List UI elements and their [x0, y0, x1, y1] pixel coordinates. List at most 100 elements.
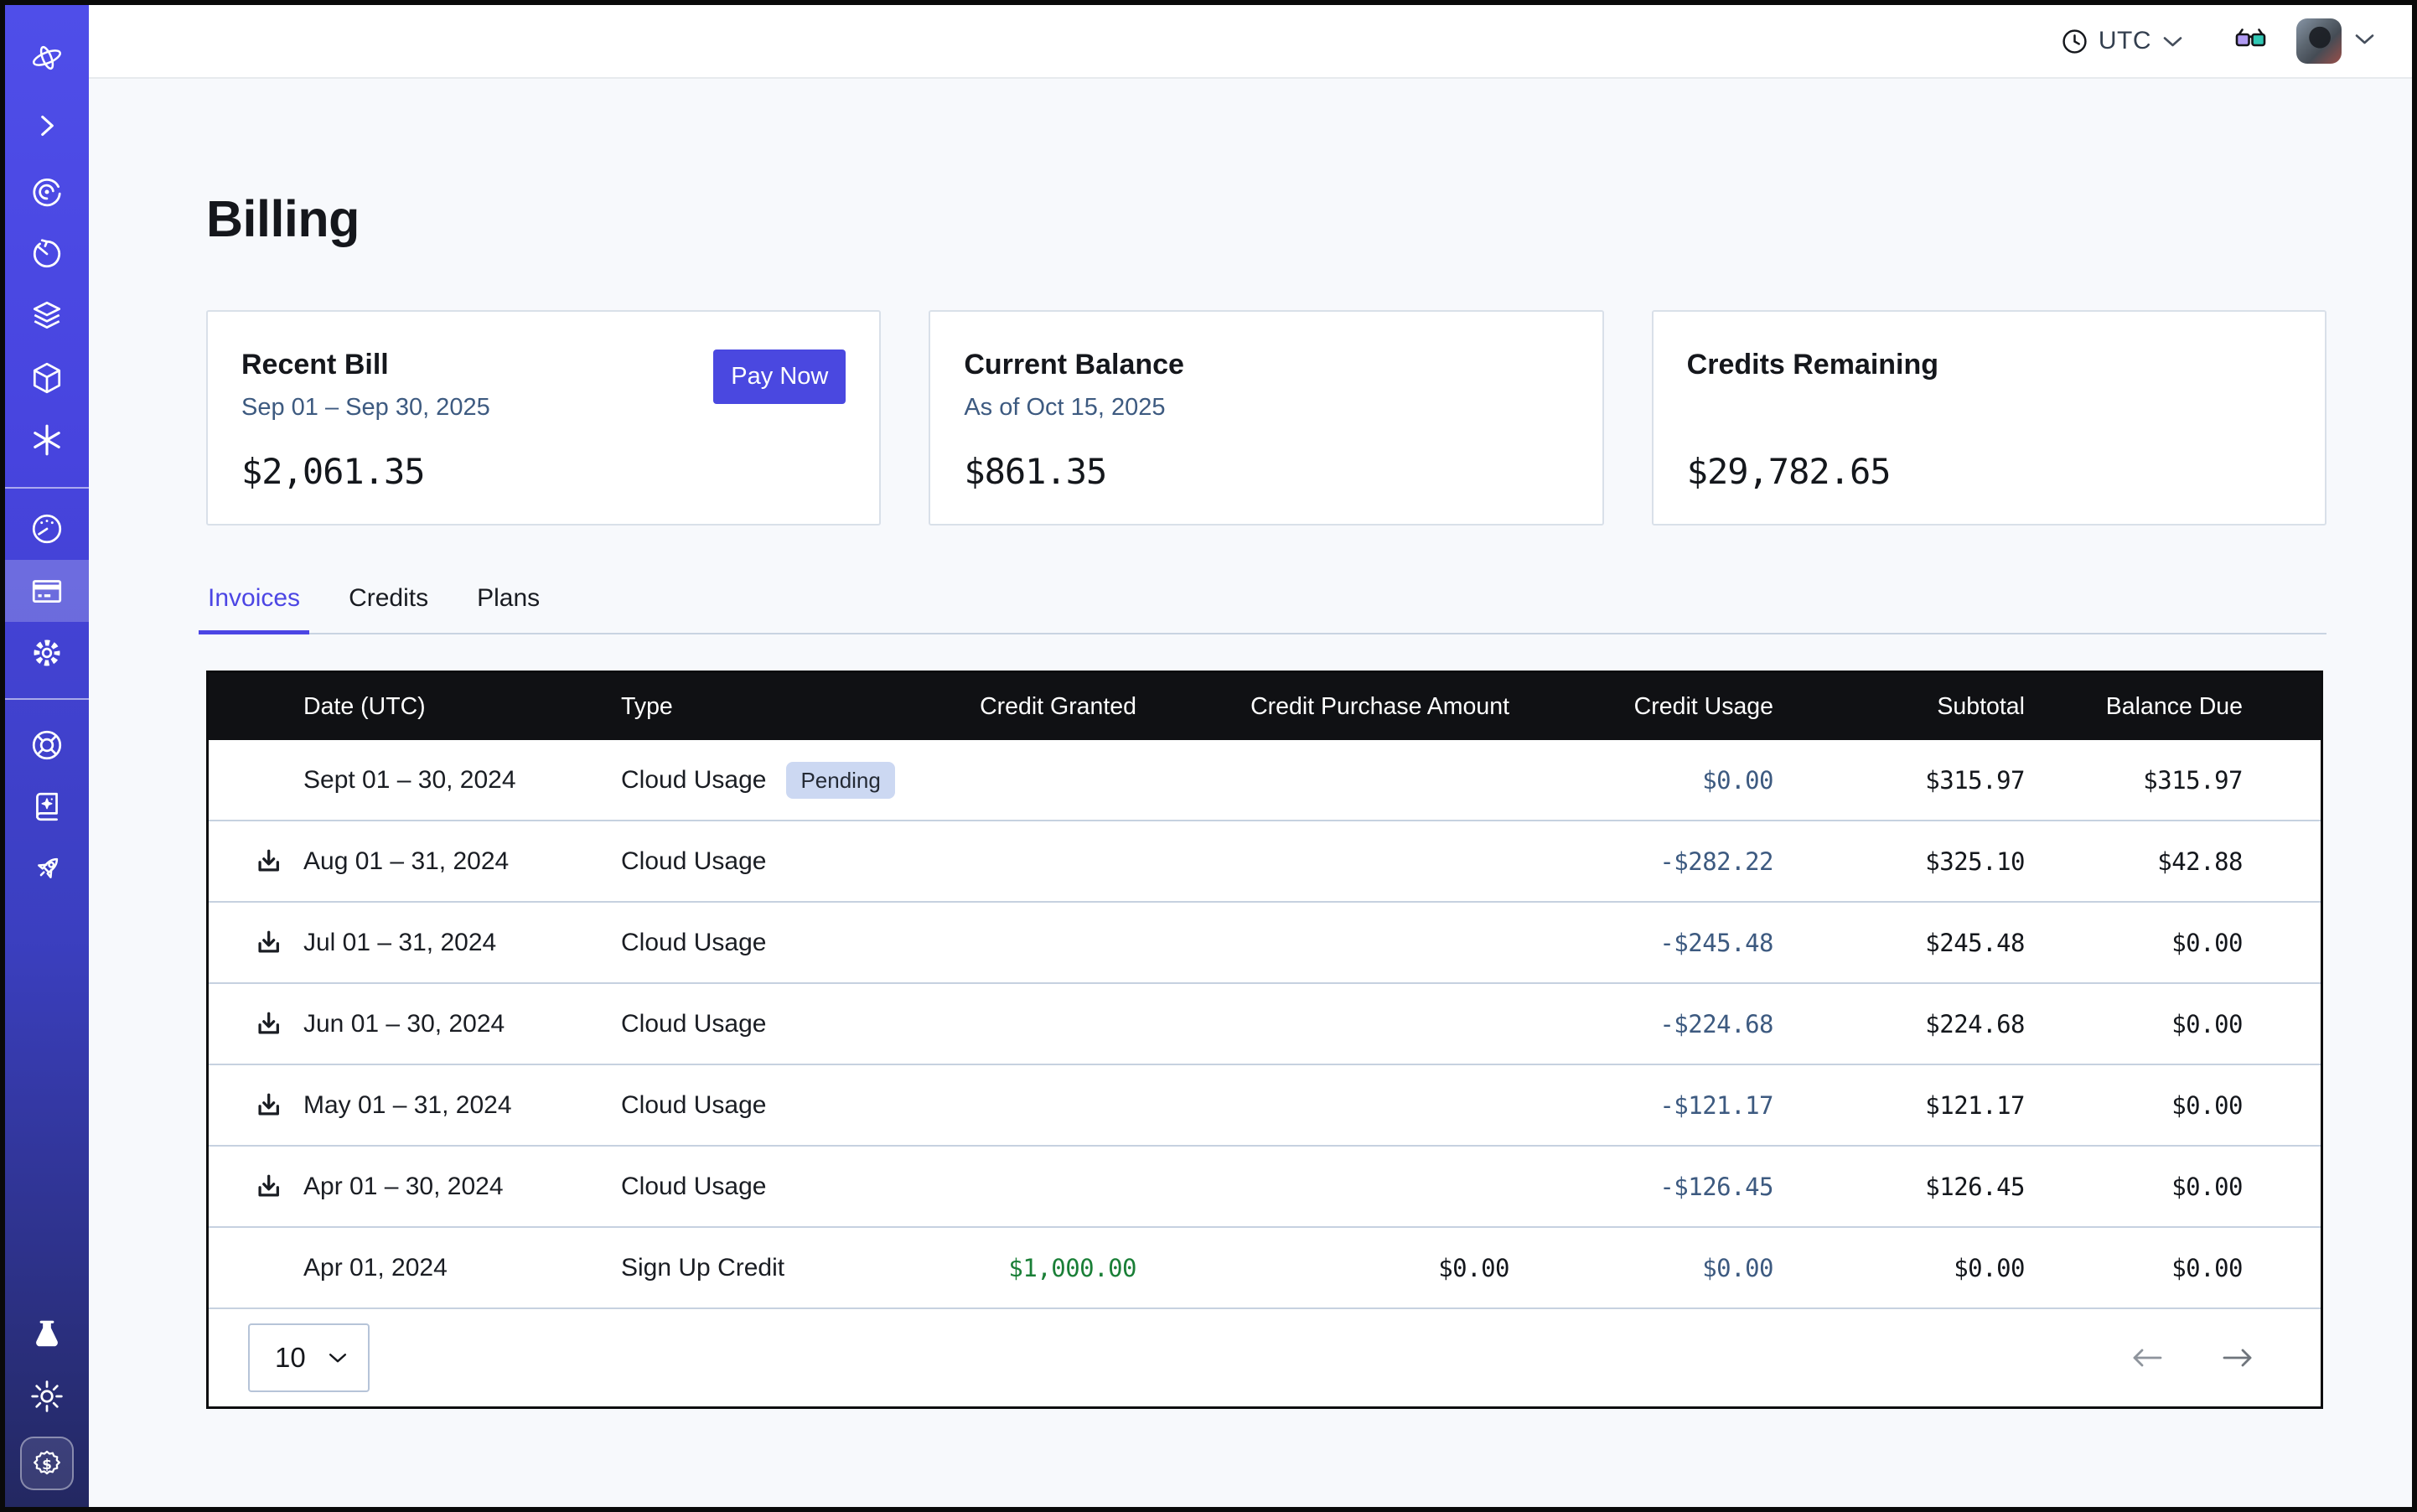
- sidebar-item-settings[interactable]: [5, 622, 89, 684]
- column-header-credit-purchase: Credit Purchase Amount: [1136, 693, 1509, 721]
- account-menu-button[interactable]: [2354, 33, 2375, 49]
- sidebar-item-usage[interactable]: [5, 498, 89, 560]
- invoice-type: Cloud Usage: [621, 1091, 944, 1120]
- gear-icon: [29, 635, 65, 671]
- credit-card-icon: [29, 573, 65, 608]
- invoice-date: Sept 01 – 30, 2024: [209, 766, 621, 795]
- asterisk-icon: [29, 422, 65, 458]
- table-footer: 10: [209, 1309, 2321, 1406]
- current-balance-amount: $861.35: [964, 451, 1106, 492]
- table-header: Date (UTC) Type Credit Granted Credit Pu…: [209, 673, 2321, 740]
- table-row: Aug 01 – 31, 2024 Cloud Usage -$282.22 $…: [209, 821, 2321, 903]
- download-icon: [254, 847, 282, 876]
- download-invoice-button[interactable]: [254, 929, 282, 957]
- sidebar-item-labs[interactable]: [5, 1303, 89, 1365]
- column-header-credit-usage: Credit Usage: [1509, 693, 1773, 721]
- tab-invoices[interactable]: Invoices: [206, 584, 302, 633]
- sidebar-item-quickstart[interactable]: [5, 838, 89, 900]
- theme-toggle[interactable]: [5, 1365, 89, 1427]
- subtotal-value: $126.45: [1773, 1173, 2025, 1201]
- balance-due-value: $315.97: [2025, 766, 2321, 795]
- table-row: Apr 01 – 30, 2024 Cloud Usage -$126.45 $…: [209, 1147, 2321, 1228]
- download-icon: [254, 929, 282, 957]
- logo-icon: [29, 40, 65, 75]
- sidebar-divider: [5, 698, 89, 700]
- timer-icon: [29, 236, 65, 272]
- credits-button[interactable]: $: [20, 1437, 74, 1490]
- credit-usage-value: -$121.17: [1509, 1091, 1773, 1120]
- download-icon: [254, 1173, 282, 1201]
- cube-icon: [29, 360, 65, 396]
- balance-due-value: $0.00: [2025, 1091, 2321, 1120]
- sidebar-item-support[interactable]: [5, 714, 89, 776]
- table-row: Sept 01 – 30, 2024 Cloud Usage Pending $…: [209, 740, 2321, 821]
- invoice-date: Apr 01, 2024: [209, 1254, 621, 1282]
- download-invoice-button[interactable]: [254, 1010, 282, 1038]
- download-invoice-button[interactable]: [254, 1173, 282, 1201]
- topbar: UTC: [89, 5, 2412, 79]
- invoice-type: Cloud Usage: [621, 929, 944, 957]
- avatar[interactable]: [2296, 18, 2342, 64]
- column-header-subtotal: Subtotal: [1773, 693, 2025, 721]
- credit-usage-value: -$245.48: [1509, 929, 1773, 957]
- invoice-type: Cloud Usage: [621, 1010, 944, 1038]
- sidebar-item-functions[interactable]: [5, 409, 89, 471]
- download-invoice-button[interactable]: [254, 1091, 282, 1120]
- timezone-label: UTC: [2099, 27, 2151, 55]
- billing-page: Billing Recent Bill Sep 01 – Sep 30, 202…: [89, 79, 2412, 1507]
- chevron-down-icon: [2162, 35, 2183, 48]
- sidebar-collapse-toggle[interactable]: [5, 95, 89, 157]
- balance-due-value: $0.00: [2025, 1010, 2321, 1038]
- chevron-down-icon: [2354, 33, 2375, 45]
- column-header-type: Type: [621, 693, 944, 721]
- lifebuoy-icon: [29, 728, 65, 763]
- subtotal-value: $0.00: [1773, 1254, 2025, 1282]
- credits-remaining-amount: $29,782.65: [1687, 451, 1891, 492]
- 3d-glasses-button[interactable]: [2235, 28, 2266, 54]
- chevron-down-icon: [328, 1352, 348, 1364]
- tab-credits[interactable]: Credits: [347, 584, 430, 633]
- previous-page-button[interactable]: [2131, 1346, 2163, 1370]
- page-title: Billing: [206, 189, 2412, 248]
- pay-now-button[interactable]: Pay Now: [713, 350, 846, 404]
- summary-cards: Recent Bill Sep 01 – Sep 30, 2025 $2,061…: [206, 310, 2326, 526]
- sidebar-item-docs[interactable]: [5, 776, 89, 838]
- column-header-date: Date (UTC): [209, 693, 621, 721]
- page-size-select[interactable]: 10: [248, 1323, 370, 1392]
- card-title: Credits Remaining: [1687, 349, 2291, 381]
- invoice-date: Jul 01 – 31, 2024: [209, 929, 621, 957]
- credit-usage-value: -$282.22: [1509, 847, 1773, 876]
- rocket-icon: [29, 852, 65, 887]
- sidebar-item-layers[interactable]: [5, 285, 89, 347]
- spiral-eye-icon: [29, 174, 65, 210]
- balance-due-value: $0.00: [2025, 1173, 2321, 1201]
- clock-icon: [2062, 28, 2088, 54]
- current-balance-card: Current Balance As of Oct 15, 2025 $861.…: [929, 310, 1603, 526]
- download-invoice-button[interactable]: [254, 847, 282, 876]
- credit-usage-value: -$126.45: [1509, 1173, 1773, 1201]
- table-row: May 01 – 31, 2024 Cloud Usage -$121.17 $…: [209, 1065, 2321, 1147]
- flask-icon: [29, 1317, 65, 1352]
- dollar-badge-icon: $: [30, 1447, 64, 1480]
- sidebar-item-monitor[interactable]: [5, 161, 89, 223]
- tab-plans[interactable]: Plans: [475, 584, 541, 633]
- subtotal-value: $315.97: [1773, 766, 2025, 795]
- sidebar-item-billing[interactable]: [5, 560, 89, 622]
- sidebar: $: [5, 5, 89, 1507]
- invoice-date: Apr 01 – 30, 2024: [209, 1173, 621, 1201]
- app-logo[interactable]: [5, 27, 89, 89]
- timezone-selector[interactable]: UTC: [2062, 27, 2183, 55]
- sun-icon: [29, 1379, 65, 1414]
- credit-granted-value: $1,000.00: [944, 1254, 1136, 1282]
- column-header-balance-due: Balance Due: [2025, 693, 2321, 721]
- 3d-glasses-icon: [2235, 28, 2266, 50]
- chevron-right-icon: [29, 108, 65, 143]
- sidebar-item-history[interactable]: [5, 223, 89, 285]
- subtotal-value: $224.68: [1773, 1010, 2025, 1038]
- credits-remaining-card: Credits Remaining $29,782.65: [1652, 310, 2326, 526]
- invoice-date: Aug 01 – 31, 2024: [209, 847, 621, 876]
- next-page-button[interactable]: [2222, 1346, 2254, 1370]
- invoice-type: Sign Up Credit: [621, 1254, 944, 1282]
- sidebar-item-objects[interactable]: [5, 347, 89, 409]
- table-row: Jul 01 – 31, 2024 Cloud Usage -$245.48 $…: [209, 903, 2321, 984]
